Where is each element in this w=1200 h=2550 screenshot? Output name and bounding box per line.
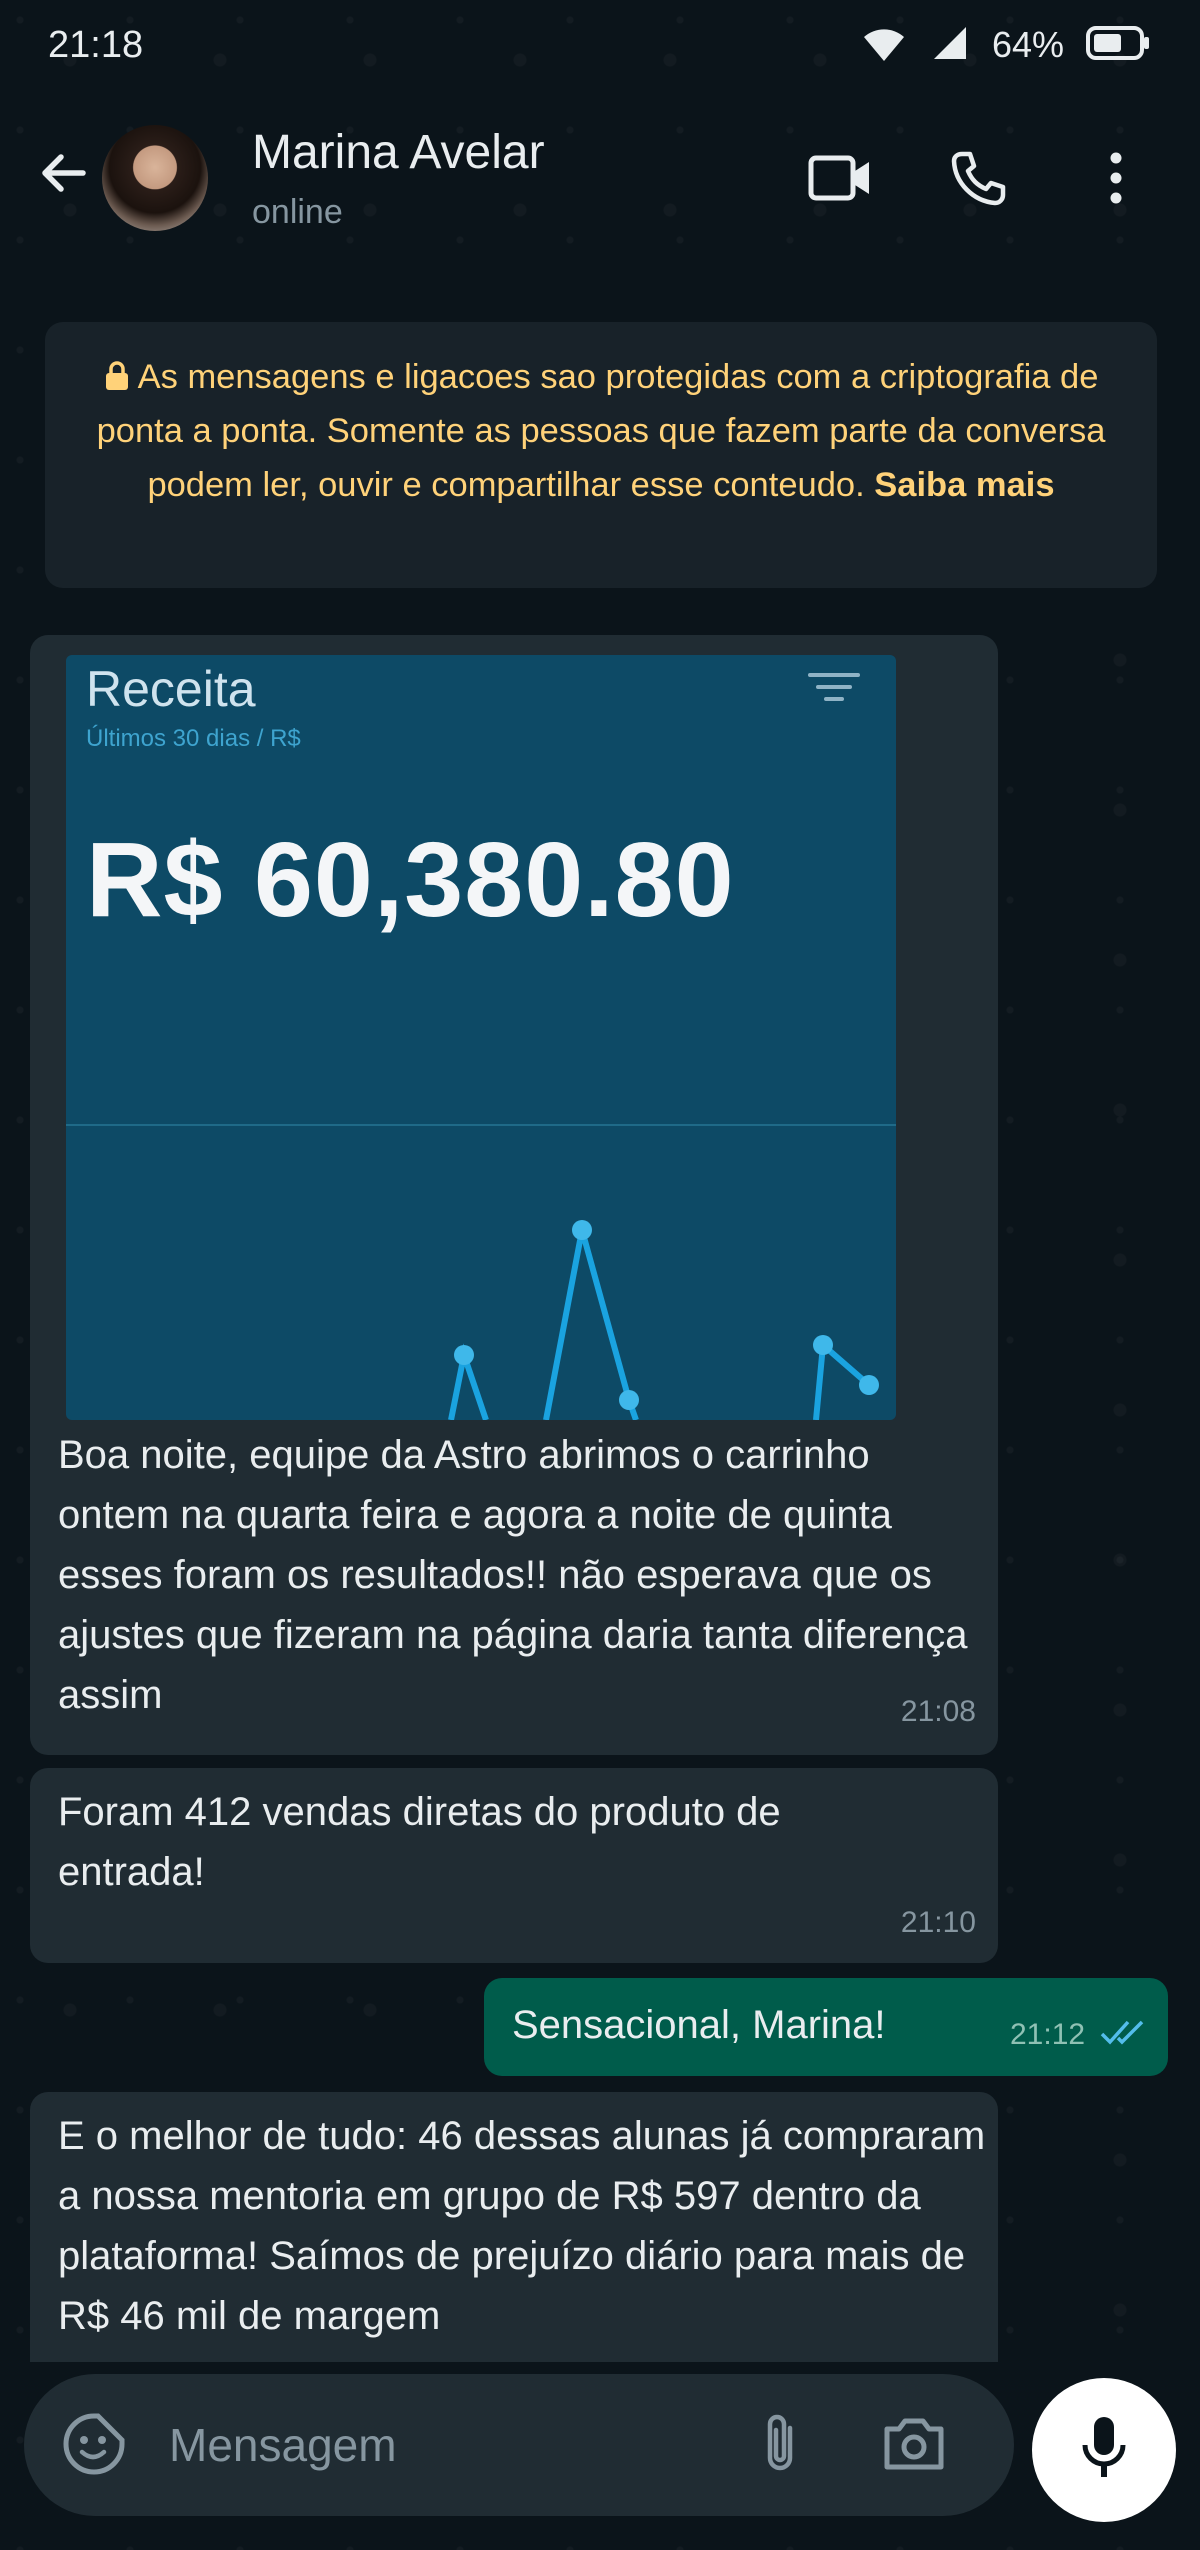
contact-status: online (252, 193, 343, 231)
attach-icon (758, 2412, 802, 2481)
lock-icon (105, 361, 128, 390)
message-time: 21:10 (900, 1906, 976, 1939)
message-bubble-outgoing[interactable]: Sensacional, Marina! 21:12 (484, 1978, 1168, 2076)
message-bubble-incoming[interactable]: E o melhor de tudo: 46 dessas alunas já … (30, 2092, 998, 2362)
message-text: Foram 412 vendas diretas do produto de e… (58, 1790, 781, 1894)
read-receipt-icon (1100, 2018, 1152, 2053)
status-bar: 21:18 64% (0, 0, 1200, 90)
message-text: Sensacional, Marina! (512, 2003, 886, 2047)
message-text: E o melhor de tudo: 46 dessas alunas já … (58, 2114, 986, 2338)
battery-icon (1086, 25, 1152, 66)
video-call-icon (808, 153, 872, 208)
wifi-icon (860, 23, 908, 68)
camera-button[interactable] (876, 2410, 952, 2482)
more-vert-icon (1106, 150, 1126, 211)
back-arrow-icon (37, 147, 89, 204)
message-time: 21:12 (1010, 2018, 1086, 2051)
encryption-notice[interactable]: As mensagens e ligacoes sao protegidas c… (45, 322, 1157, 588)
phone-icon (948, 148, 1008, 213)
chart-point (572, 1220, 592, 1240)
attach-button[interactable] (744, 2410, 816, 2482)
mic-icon (1079, 2415, 1129, 2486)
battery-percent: 64% (991, 24, 1064, 65)
image-line-chart (66, 1124, 896, 1420)
more-options-button[interactable] (1081, 145, 1151, 215)
status-time: 21:18 (48, 24, 144, 66)
avatar[interactable] (102, 125, 208, 231)
signal-icon (930, 23, 970, 68)
chart-series-line (448, 1343, 489, 1420)
message-composer[interactable]: Mensagem (24, 2374, 1014, 2516)
video-call-button[interactable] (805, 145, 875, 215)
message-text: Boa noite, equipe da Astro abrimos o car… (58, 1433, 968, 1717)
back-button[interactable] (28, 140, 98, 210)
revenue-screenshot-image[interactable]: Receita Últimos 30 dias / R$ R$ 60,380.8… (66, 655, 896, 1420)
chart-point (813, 1335, 833, 1355)
chat-header: Marina Avelar online (0, 95, 1200, 270)
voice-call-button[interactable] (943, 145, 1013, 215)
chart-series-line (543, 1229, 639, 1420)
message-bubble-incoming[interactable]: Receita Últimos 30 dias / R$ R$ 60,380.8… (30, 635, 998, 1755)
chart-point (619, 1390, 639, 1410)
emoji-button[interactable] (58, 2410, 130, 2482)
voice-record-button[interactable] (1032, 2378, 1176, 2522)
contact-name[interactable]: Marina Avelar (252, 125, 545, 180)
message-time: 21:08 (900, 1695, 976, 1728)
chart-point (859, 1375, 879, 1395)
camera-icon (881, 2415, 947, 2478)
message-input[interactable]: Mensagem (169, 2418, 397, 2472)
learn-more-link[interactable]: Saiba mais (874, 466, 1054, 504)
chart-point (454, 1345, 474, 1365)
status-icons: 64% (860, 18, 1152, 72)
message-bubble-incoming[interactable]: Foram 412 vendas diretas do produto de e… (30, 1768, 998, 1963)
emoji-sticker-icon (62, 2412, 126, 2481)
